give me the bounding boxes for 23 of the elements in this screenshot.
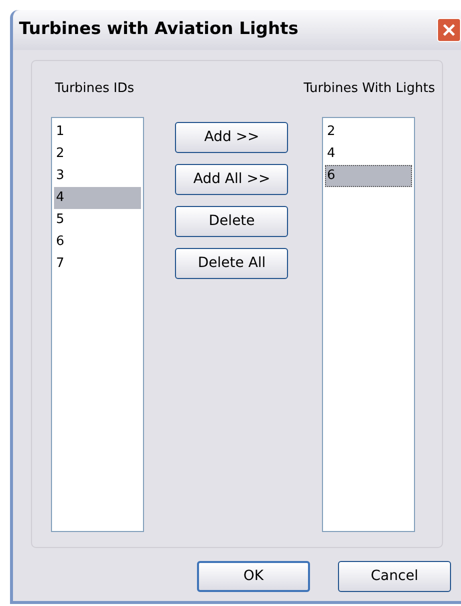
list-item[interactable]: 1 (54, 121, 141, 143)
cancel-button[interactable]: Cancel (338, 561, 451, 592)
action-button[interactable]: Add >> (175, 122, 288, 153)
list-item[interactable]: 3 (54, 165, 141, 187)
action-button[interactable]: Delete (175, 206, 288, 237)
list-label: Turbines With Lights (304, 80, 435, 98)
list-item[interactable]: 6 (54, 231, 141, 253)
window-title: Turbines with Aviation Lights (19, 18, 298, 42)
list-item[interactable]: 4 (324, 143, 412, 165)
list-box[interactable]: 1 2 3 4 5 6 7 (51, 117, 144, 532)
list-box[interactable]: 2 4 6 (322, 117, 415, 532)
ok-button[interactable]: OK (197, 561, 310, 592)
list-label: Turbines IDs (54, 80, 134, 98)
list-item[interactable]: 4 (54, 187, 141, 209)
close-icon (442, 23, 456, 37)
list-item[interactable]: 5 (54, 209, 141, 231)
list-item[interactable]: 7 (54, 253, 141, 275)
list-item[interactable]: 2 (324, 121, 412, 143)
action-button[interactable]: Add All >> (175, 164, 288, 195)
action-button[interactable]: Delete All (175, 248, 288, 279)
list-item[interactable]: 2 (54, 143, 141, 165)
list-item[interactable]: 6 (324, 165, 412, 187)
close-button[interactable] (437, 18, 461, 42)
